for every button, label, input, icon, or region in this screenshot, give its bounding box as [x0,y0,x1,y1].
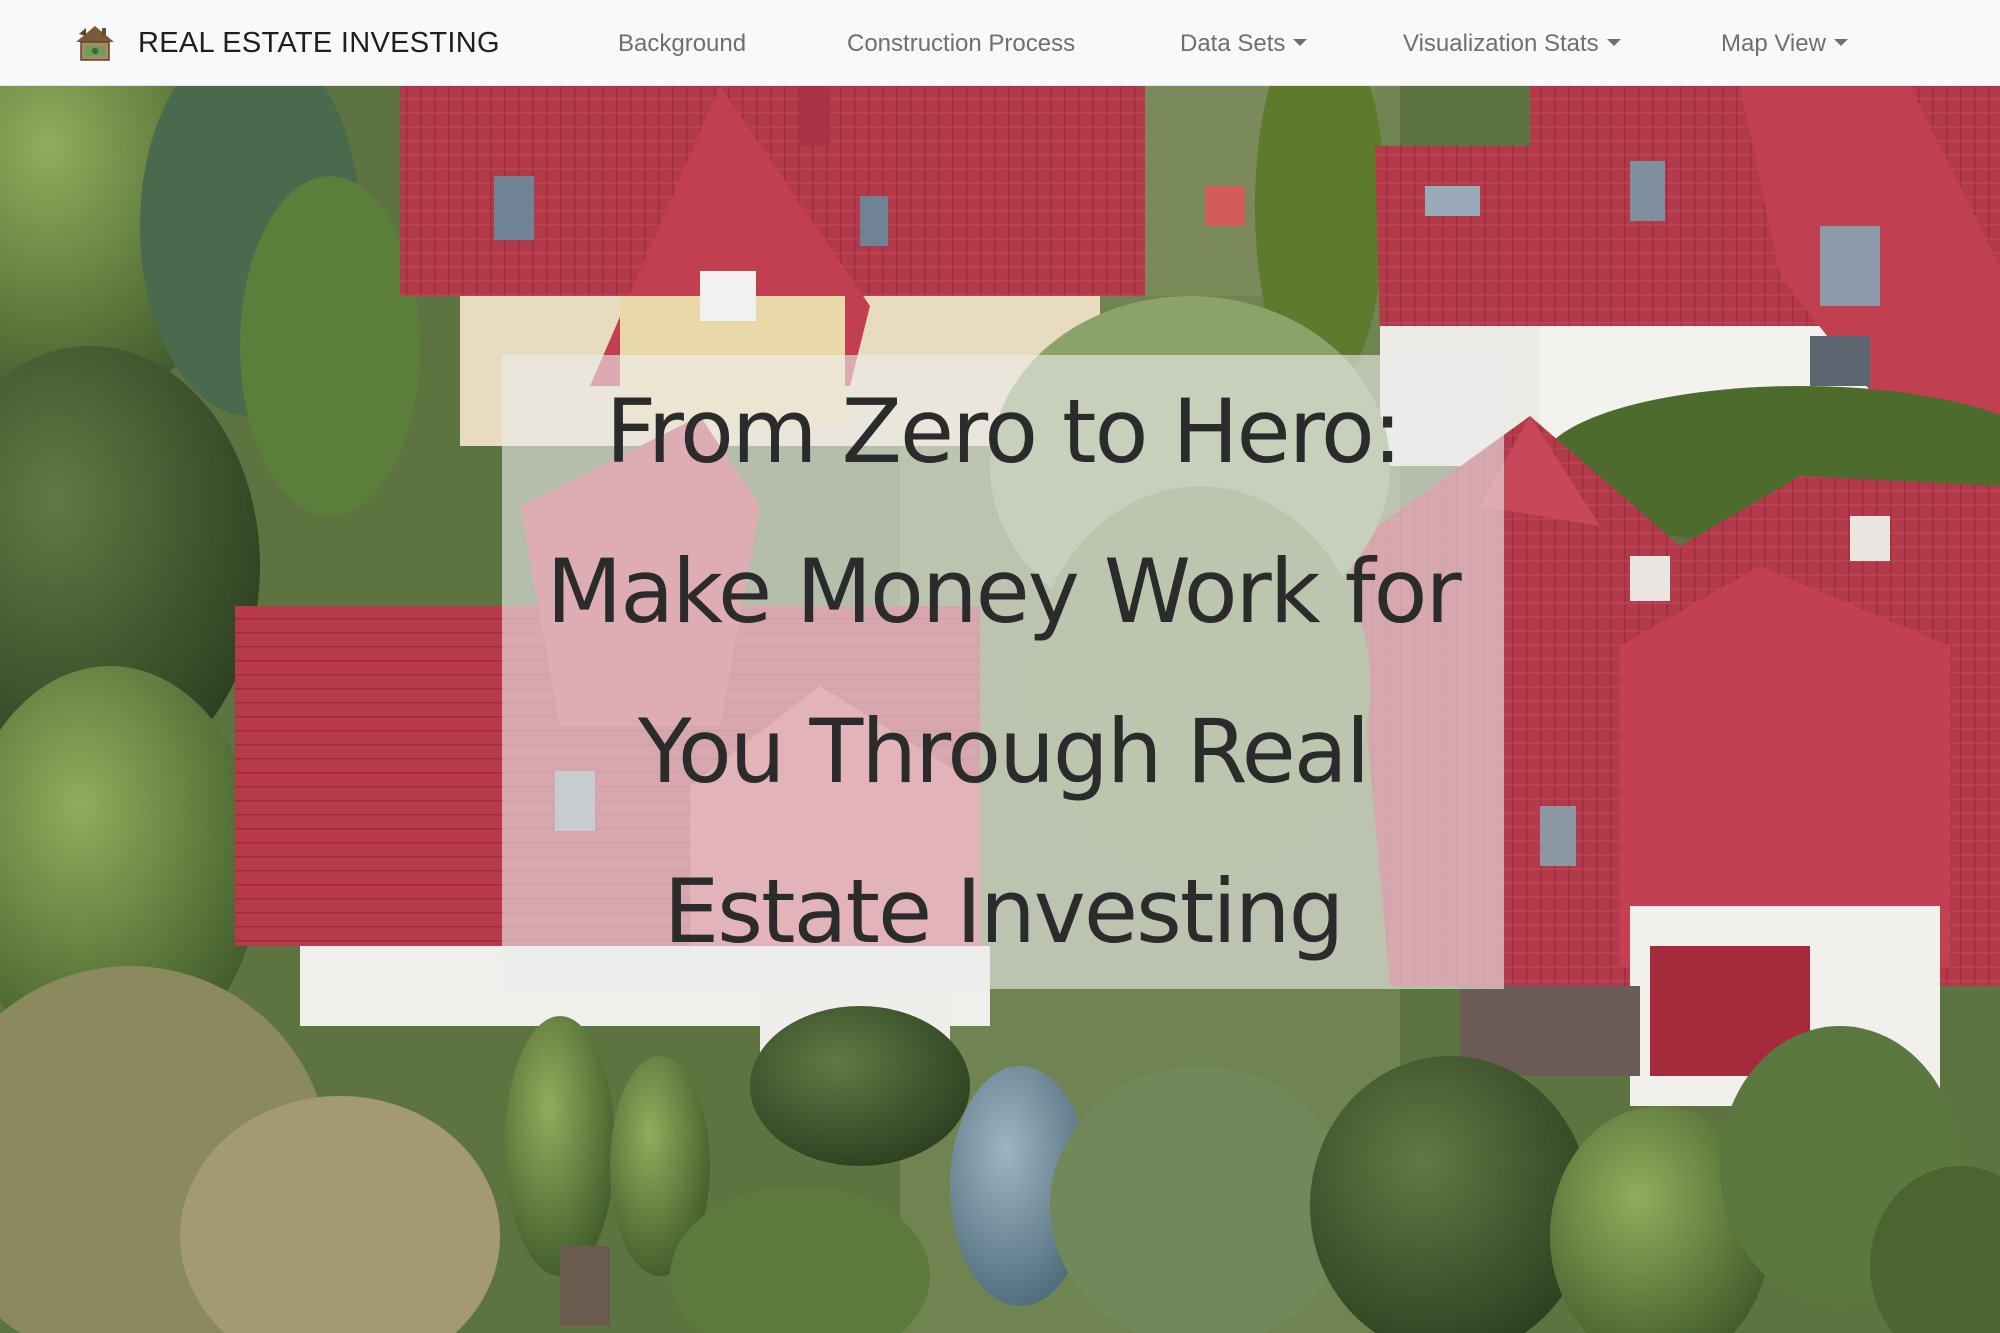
top-navbar: REAL ESTATE INVESTING Background Constru… [0,0,2000,86]
brand-title: REAL ESTATE INVESTING [138,26,500,59]
nav-visualization-stats-label: Visualization Stats [1403,30,1599,57]
caret-down-icon [1293,38,1308,46]
nav-map-view-dropdown[interactable]: Map View [1721,24,1848,64]
nav-visualization-stats-dropdown[interactable]: Visualization Stats [1403,24,1621,64]
nav-data-sets-label: Data Sets [1180,30,1286,57]
house-with-money-icon [76,26,114,61]
page: REAL ESTATE INVESTING Background Constru… [0,0,2000,1333]
nav-construction-process[interactable]: Construction Process [847,24,1075,64]
nav-construction-process-label: Construction Process [847,30,1076,57]
caret-down-icon [1833,38,1848,46]
hero-headline: From Zero to Hero: Make Money Work for Y… [546,380,1461,963]
nav-map-view-label: Map View [1721,30,1826,57]
nav-background[interactable]: Background [618,24,746,64]
nav-background-label: Background [618,30,747,57]
brand-link[interactable]: REAL ESTATE INVESTING [72,18,500,68]
nav-data-sets-dropdown[interactable]: Data Sets [1180,24,1308,64]
caret-down-icon [1606,38,1621,46]
hero-title-box: From Zero to Hero: Make Money Work for Y… [502,355,1504,989]
